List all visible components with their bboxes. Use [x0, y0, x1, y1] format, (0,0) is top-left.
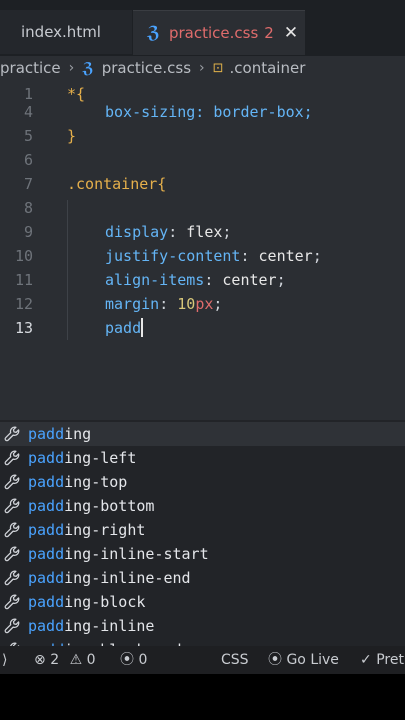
code-line: 6	[0, 148, 405, 172]
double-check-icon: ✓	[360, 652, 372, 668]
code-line: 11 align-items: center;	[0, 268, 405, 292]
line-number: 5	[23, 127, 33, 145]
code-line: 5 }	[0, 124, 405, 148]
code-line: 7 .container{	[0, 172, 405, 196]
line-number: 10	[14, 247, 33, 265]
suggestion-item[interactable]: padding-block	[0, 590, 405, 614]
suggestion-item[interactable]: padding	[0, 422, 405, 446]
close-icon[interactable]: ✕	[284, 23, 298, 43]
text-cursor	[141, 318, 144, 337]
tab-index-html[interactable]: index.html	[0, 10, 132, 54]
code-line: 9 display: flex;	[0, 220, 405, 244]
broadcast-icon: ⦿	[120, 652, 134, 668]
tab-label: practice.css	[168, 24, 259, 42]
suggestion-label: padding-inline-end	[28, 569, 191, 587]
wrench-icon	[4, 426, 21, 443]
code-text: box-sizing: border-box;	[105, 103, 313, 121]
suggestion-label: padding-block	[28, 593, 146, 611]
chevron-right-icon: ›	[199, 60, 205, 76]
go-live-button[interactable]: ⦿ Go Live	[268, 646, 339, 674]
line-number: 7	[23, 175, 33, 193]
line-number: 9	[23, 223, 33, 241]
breadcrumb-selector[interactable]: .container	[230, 59, 306, 77]
selector-icon: ⊡	[212, 60, 224, 76]
code-line: 8	[0, 196, 405, 220]
suggestion-item[interactable]: padding-top	[0, 470, 405, 494]
breadcrumb: practice › ℨ practice.css › ⊡ .container	[0, 56, 405, 80]
suggestion-label: padding	[28, 425, 92, 443]
code-line: 4 box-sizing: border-box;	[0, 100, 405, 124]
screen-bottom	[0, 674, 405, 720]
prettier-button[interactable]: ✓ Pret	[360, 646, 404, 674]
code-text: margin: 10px;	[105, 295, 223, 313]
suggestion-item[interactable]: padding-inline-start	[0, 542, 405, 566]
ports-indicator[interactable]: ⦿ 0	[120, 646, 147, 674]
code-line: 10 justify-content: center;	[0, 244, 405, 268]
code-text: padd	[105, 318, 144, 337]
problem-count-badge: 2	[264, 24, 274, 42]
wrench-icon	[4, 522, 21, 539]
line-number: 12	[14, 295, 33, 313]
wrench-icon	[4, 546, 21, 563]
suggestion-label: padding-right	[28, 521, 146, 539]
code-line: 12 margin: 10px;	[0, 292, 405, 316]
warning-icon: ⚠	[69, 652, 83, 668]
wrench-icon	[4, 594, 21, 611]
suggestion-item[interactable]: padding-inline-end	[0, 566, 405, 590]
tab-label: index.html	[21, 23, 101, 41]
language-mode[interactable]: CSS	[221, 646, 249, 674]
breadcrumb-folder[interactable]: practice	[0, 59, 61, 77]
wrench-icon	[4, 498, 21, 515]
wrench-icon	[4, 618, 21, 635]
line-number: 13	[14, 319, 33, 337]
error-icon: ⊗	[34, 652, 46, 668]
line-number: 8	[23, 199, 33, 217]
wrench-icon	[4, 450, 21, 467]
suggestion-item[interactable]: padding-right	[0, 518, 405, 542]
suggestion-item[interactable]: padding-inline	[0, 614, 405, 638]
code-text: }	[67, 127, 77, 145]
line-number: 6	[23, 151, 33, 169]
code-text: align-items: center;	[105, 271, 286, 289]
line-number: 11	[14, 271, 33, 289]
remote-icon[interactable]: ⟩	[2, 646, 7, 674]
problems-indicator[interactable]: ⊗ 2 ⚠ 0	[34, 646, 96, 674]
suggestion-label: padding-left	[28, 449, 137, 467]
suggestion-label: padding-top	[28, 473, 128, 491]
code-line: 13 padd	[0, 316, 405, 340]
suggestion-label: padding-inline-start	[28, 545, 209, 563]
code-text: display: flex;	[105, 223, 232, 241]
wrench-icon	[4, 570, 21, 587]
chevron-right-icon: ›	[68, 60, 75, 76]
suggestion-label: padding-bottom	[28, 497, 155, 515]
tab-bar: index.html ℨ practice.css 2 ✕	[0, 0, 405, 56]
suggestion-item[interactable]: padding-left	[0, 446, 405, 470]
wrench-icon	[4, 474, 21, 491]
suggestion-item[interactable]: padding-bottom	[0, 494, 405, 518]
line-number: 4	[23, 103, 33, 121]
css-file-icon: ℨ	[82, 59, 94, 77]
suggestion-label: padding-inline	[28, 617, 155, 635]
css-file-icon: ℨ	[147, 23, 160, 43]
code-text: .container{	[67, 175, 167, 193]
status-bar: ⟩ ⊗ 2 ⚠ 0 ⦿ 0 CSS ⦿ Go Live ✓ Pret	[0, 646, 405, 674]
tab-practice-css[interactable]: ℨ practice.css 2 ✕	[133, 10, 305, 55]
breadcrumb-file[interactable]: practice.css	[102, 59, 191, 77]
code-editor[interactable]: 1 *{ 4 box-sizing: border-box; 5 } 6 7 .…	[0, 80, 405, 710]
broadcast-icon: ⦿	[268, 652, 282, 668]
code-text: justify-content: center;	[105, 247, 322, 265]
